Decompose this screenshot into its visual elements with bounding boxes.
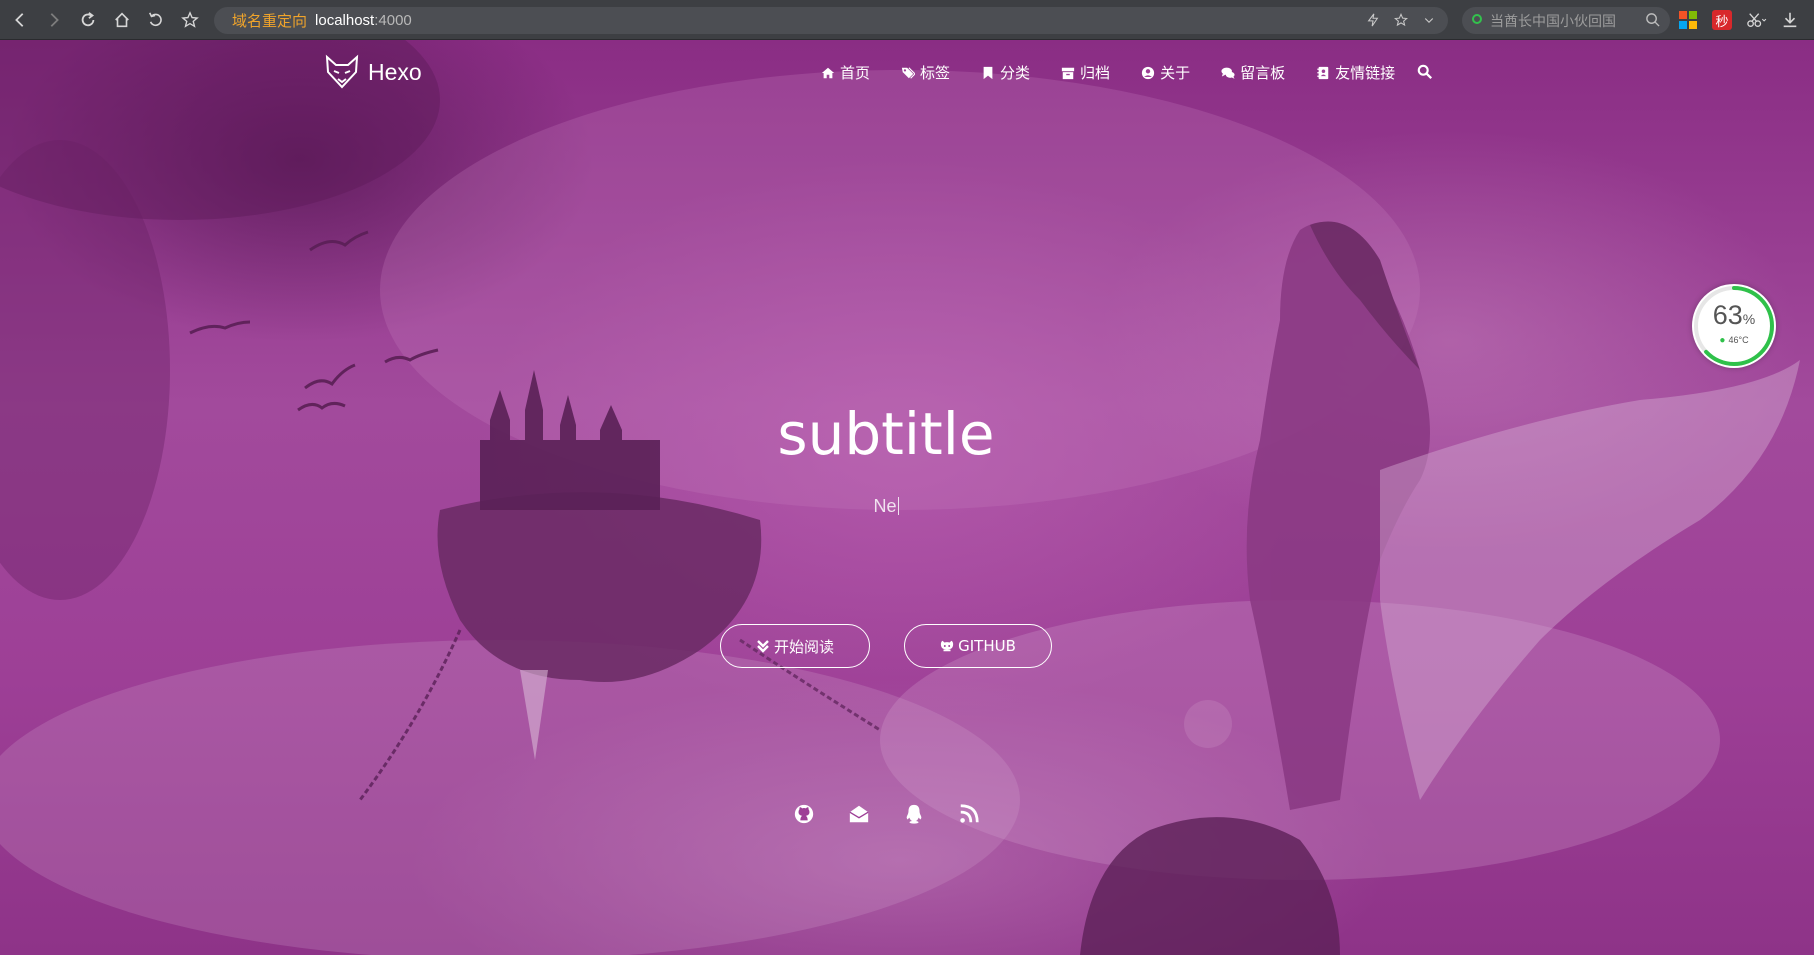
browser-toolbar: 域名重定向 localhost :4000 当酋长中国小伙回国 秒 xyxy=(0,0,1814,40)
bookmark-star-icon[interactable] xyxy=(178,8,202,32)
nav-item-friends[interactable]: 友情链接 xyxy=(1315,62,1395,83)
nav-label: 首页 xyxy=(840,64,871,82)
home-browser-icon[interactable] xyxy=(110,8,134,32)
hero-typed-text: Ne xyxy=(0,496,1772,517)
github-icon[interactable] xyxy=(792,802,816,826)
thermometer-icon: ● xyxy=(1719,335,1726,346)
nav-item-home[interactable]: 首页 xyxy=(820,62,870,83)
temperature-readout: ● 46°C xyxy=(1692,335,1776,346)
lightning-icon[interactable] xyxy=(1364,11,1382,29)
chevron-down-icon[interactable] xyxy=(1420,11,1438,29)
search-engine-icon xyxy=(1472,14,1482,24)
system-monitor-widget[interactable]: 63% ● 46°C xyxy=(1692,284,1776,368)
nav-menu: 首页 标签 分类 归档 关于 留言板 友情链接 xyxy=(820,62,1425,83)
fox-logo-icon xyxy=(325,54,359,89)
browser-search-input[interactable]: 当酋长中国小伙回国 xyxy=(1462,7,1670,34)
bookmark-icon xyxy=(980,65,995,80)
reload-icon[interactable] xyxy=(76,8,100,32)
nav-label: 分类 xyxy=(1000,64,1031,82)
usage-percent: 63% xyxy=(1692,300,1776,331)
double-chevron-down-icon xyxy=(757,640,769,653)
undo-icon[interactable] xyxy=(144,8,168,32)
search-suggestion: 当酋长中国小伙回国 xyxy=(1490,12,1616,29)
nav-label: 归档 xyxy=(1080,64,1111,82)
site-navbar: Hexo 首页 标签 分类 归档 关于 留言板 友情链接 xyxy=(0,40,1814,110)
address-bar[interactable]: 域名重定向 localhost :4000 xyxy=(214,7,1448,34)
scissors-icon[interactable] xyxy=(1744,8,1768,32)
search-icon[interactable] xyxy=(1645,12,1660,30)
brand-link[interactable]: Hexo xyxy=(324,54,422,90)
github-alt-icon xyxy=(940,640,954,652)
windows-apps-icon[interactable] xyxy=(1676,8,1700,32)
qq-icon[interactable] xyxy=(902,802,926,826)
forward-icon[interactable] xyxy=(42,8,66,32)
address-port: :4000 xyxy=(374,12,412,29)
nav-label: 留言板 xyxy=(1240,64,1286,82)
hero-title: subtitle xyxy=(777,400,995,468)
site-search-icon[interactable] xyxy=(1417,64,1435,82)
typing-cursor xyxy=(897,497,899,515)
back-icon[interactable] xyxy=(8,8,32,32)
usage-percent-value: 63 xyxy=(1712,300,1743,330)
hero-section: Hexo 首页 标签 分类 归档 关于 留言板 友情链接 subtitle Ne… xyxy=(0,40,1814,955)
tags-icon xyxy=(900,65,915,80)
redirect-label: 域名重定向 xyxy=(232,13,308,30)
github-label: GITHUB xyxy=(958,637,1016,655)
archive-icon xyxy=(1060,65,1075,80)
nav-label: 关于 xyxy=(1160,64,1191,82)
start-reading-button[interactable]: 开始阅读 xyxy=(720,624,870,668)
nav-item-tags[interactable]: 标签 xyxy=(900,62,950,83)
download-icon[interactable] xyxy=(1778,8,1802,32)
address-book-icon xyxy=(1315,65,1330,80)
nav-label: 标签 xyxy=(920,64,951,82)
favorite-star-icon[interactable] xyxy=(1392,11,1410,29)
start-reading-label: 开始阅读 xyxy=(773,637,834,656)
seckill-icon[interactable]: 秒 xyxy=(1710,8,1734,32)
nav-item-archives[interactable]: 归档 xyxy=(1060,62,1110,83)
social-links xyxy=(792,802,981,826)
envelope-icon[interactable] xyxy=(847,802,871,826)
temperature-value: 46°C xyxy=(1728,335,1749,345)
usage-percent-sign: % xyxy=(1742,311,1756,327)
nav-item-categories[interactable]: 分类 xyxy=(980,62,1030,83)
nav-label: 友情链接 xyxy=(1335,64,1396,82)
comments-icon xyxy=(1220,65,1235,80)
home-icon xyxy=(820,65,835,80)
nav-item-guestbook[interactable]: 留言板 xyxy=(1220,62,1285,83)
rss-icon[interactable] xyxy=(957,802,981,826)
seckill-label: 秒 xyxy=(1712,10,1732,30)
nav-item-about[interactable]: 关于 xyxy=(1140,62,1190,83)
user-circle-icon xyxy=(1140,65,1155,80)
typed-text: Ne xyxy=(873,496,897,516)
brand-name: Hexo xyxy=(368,58,422,85)
address-host: localhost xyxy=(315,12,375,29)
github-button[interactable]: GITHUB xyxy=(904,624,1052,668)
